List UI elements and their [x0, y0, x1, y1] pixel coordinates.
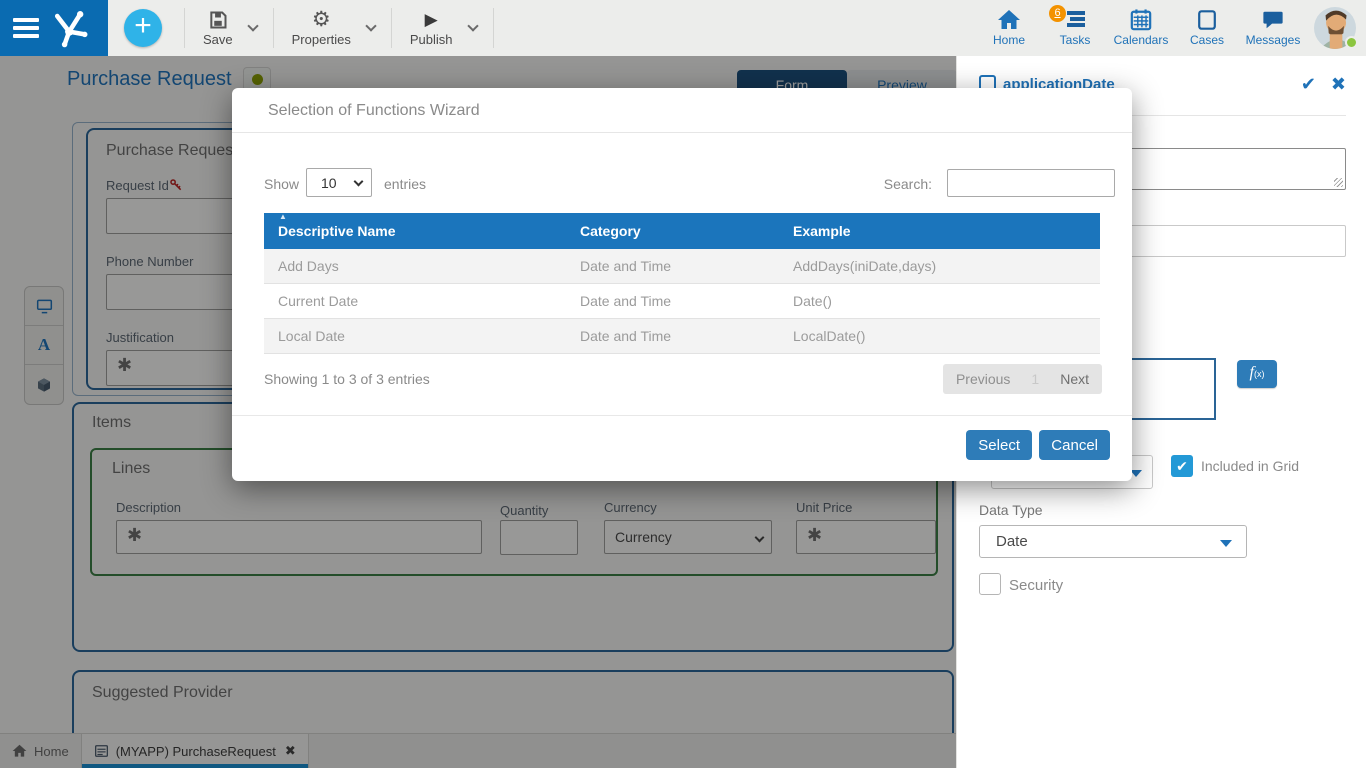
security-checkbox[interactable]	[979, 573, 1001, 595]
table-summary: Showing 1 to 3 of 3 entries	[264, 371, 430, 387]
save-label: Save	[203, 32, 233, 47]
gear-icon: ⚙	[312, 10, 331, 30]
included-in-grid-checkbox[interactable]: ✔	[1171, 455, 1193, 477]
properties-button[interactable]: ⚙ Properties	[282, 6, 361, 51]
user-avatar[interactable]	[1314, 7, 1356, 49]
nav-messages-label: Messages	[1246, 33, 1301, 47]
table-row[interactable]: Add Days Date and Time AddDays(iniDate,d…	[264, 249, 1100, 284]
select-button[interactable]: Select	[966, 430, 1032, 460]
select-chevron-icon	[354, 177, 364, 187]
table-header-row: ▲ Descriptive Name Category Example	[264, 213, 1100, 249]
resize-grip-icon[interactable]	[1334, 178, 1343, 187]
nav-tasks-label: Tasks	[1060, 33, 1091, 47]
table-row[interactable]: Current Date Date and Time Date()	[264, 284, 1100, 319]
nav-cases-label: Cases	[1190, 33, 1224, 47]
dialog-title: Selection of Functions Wizard	[268, 102, 480, 120]
cell-name: Local Date	[264, 328, 580, 344]
show-label: Show	[264, 176, 299, 192]
main-toolbar: + Save ⚙ Properties ▶	[108, 0, 494, 56]
cases-icon	[1195, 9, 1219, 31]
cell-category: Date and Time	[580, 293, 793, 309]
nav-tasks[interactable]: 6 Tasks	[1046, 9, 1104, 47]
nav-calendars[interactable]: Calendars	[1112, 9, 1170, 47]
cell-example: LocalDate()	[793, 328, 1100, 344]
top-bar: + Save ⚙ Properties ▶	[0, 0, 1366, 56]
functions-table: ▲ Descriptive Name Category Example Add …	[264, 213, 1100, 354]
accept-check-icon[interactable]: ✔	[1301, 74, 1316, 95]
page-size-select[interactable]: 10	[306, 168, 372, 197]
dropdown-caret-icon	[1220, 540, 1232, 547]
publish-label: Publish	[410, 32, 453, 47]
pagination: Previous 1 Next	[943, 364, 1102, 394]
pagination-page-1[interactable]: 1	[1023, 371, 1047, 387]
nav-messages[interactable]: Messages	[1244, 9, 1302, 47]
cell-category: Date and Time	[580, 328, 793, 344]
column-header-descriptive-name[interactable]: Descriptive Name	[264, 223, 580, 239]
publish-play-icon: ▶	[425, 10, 438, 30]
function-wizard-button[interactable]: f(x)	[1237, 360, 1277, 388]
nav-home[interactable]: Home	[980, 9, 1038, 47]
hamburger-menu-icon[interactable]	[13, 14, 39, 42]
nav-calendars-label: Calendars	[1114, 33, 1169, 47]
nav-cases[interactable]: Cases	[1178, 9, 1236, 47]
data-type-select[interactable]: Date	[979, 525, 1247, 558]
included-in-grid-label: Included in Grid	[1201, 458, 1299, 474]
column-header-category[interactable]: Category	[580, 223, 793, 239]
publish-button[interactable]: ▶ Publish	[400, 6, 463, 51]
functions-wizard-dialog: Selection of Functions Wizard Show 10 en…	[232, 88, 1132, 481]
tasks-icon	[1063, 9, 1087, 31]
toolbar-divider	[493, 8, 494, 48]
cancel-x-icon[interactable]: ✖	[1331, 74, 1346, 95]
cell-name: Current Date	[264, 293, 580, 309]
tasks-badge: 6	[1049, 5, 1066, 22]
add-button[interactable]: +	[124, 9, 162, 47]
cell-example: AddDays(iniDate,days)	[793, 258, 1100, 274]
presence-indicator	[1345, 36, 1358, 49]
cancel-button[interactable]: Cancel	[1039, 430, 1110, 460]
column-header-example[interactable]: Example	[793, 223, 1100, 239]
publish-dropdown-chevron-icon[interactable]	[467, 20, 478, 31]
dialog-header: Selection of Functions Wizard	[232, 88, 1132, 133]
save-button[interactable]: Save	[193, 6, 243, 51]
cell-category: Date and Time	[580, 258, 793, 274]
pagination-next[interactable]: Next	[1047, 371, 1102, 387]
security-label: Security	[1009, 577, 1063, 594]
properties-label: Properties	[292, 32, 351, 47]
search-input[interactable]	[947, 169, 1115, 197]
nav-home-label: Home	[993, 33, 1025, 47]
calendar-icon	[1129, 9, 1153, 31]
data-type-label: Data Type	[979, 502, 1043, 518]
entries-label: entries	[384, 176, 426, 192]
messages-bubble-icon	[1261, 9, 1285, 31]
search-label: Search:	[884, 176, 932, 192]
cell-name: Add Days	[264, 258, 580, 274]
top-right-nav: Home 6 Tasks Calendars	[980, 0, 1356, 56]
save-dropdown-chevron-icon[interactable]	[247, 20, 258, 31]
table-row[interactable]: Local Date Date and Time LocalDate()	[264, 319, 1100, 354]
home-icon	[997, 9, 1021, 31]
properties-dropdown-chevron-icon[interactable]	[365, 20, 376, 31]
pagination-previous[interactable]: Previous	[943, 371, 1023, 387]
dialog-footer-divider	[232, 415, 1132, 416]
cell-example: Date()	[793, 293, 1100, 309]
brand-block	[0, 0, 108, 56]
sort-asc-icon: ▲	[279, 213, 287, 221]
bizagi-logo-icon[interactable]	[49, 6, 93, 50]
save-floppy-icon	[208, 10, 228, 30]
